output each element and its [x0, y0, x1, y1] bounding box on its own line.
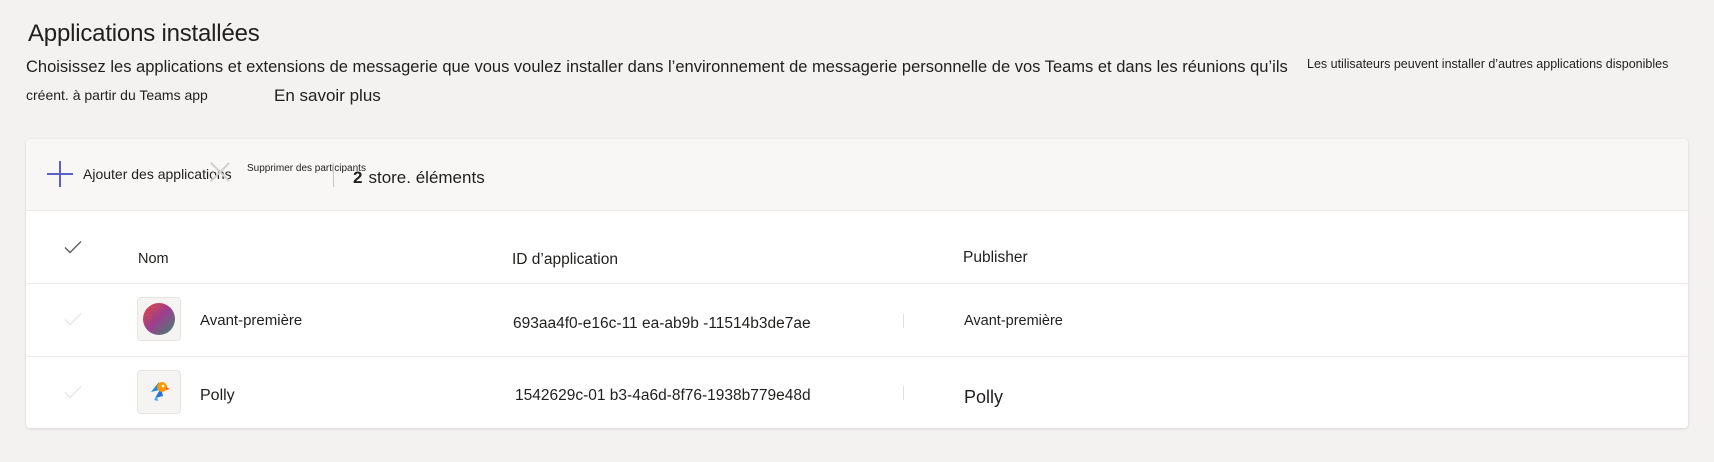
- item-count-label: store. éléments: [368, 168, 485, 187]
- plus-icon: [47, 161, 73, 187]
- toolbar-divider: [333, 163, 334, 187]
- remove-label: Supprimer des participants: [247, 163, 366, 174]
- app-id: 1542629c-01 b3-4a6d-8f76-1938b779e48d: [515, 387, 811, 404]
- app-publisher: Avant-première: [964, 313, 1063, 329]
- app-publisher: Polly: [964, 387, 1004, 407]
- select-all-checkmark-icon[interactable]: [64, 238, 82, 256]
- page-description: Choisissez les applications et extension…: [26, 58, 1288, 76]
- column-header-name[interactable]: Nom: [138, 251, 169, 267]
- column-header-publisher[interactable]: Publisher: [963, 249, 1028, 267]
- page-description-continued: créent. à partir du Teams app: [26, 87, 208, 103]
- item-count-number: 2: [353, 168, 363, 187]
- toolbar: Ajouter des applications Supprimer des p…: [26, 139, 1688, 211]
- table-header-row: Nom ID d’application Publisher: [26, 210, 1688, 284]
- app-id: 693aa4f0-e16c-11 ea-ab9b -11514b3de7ae: [513, 315, 811, 332]
- apps-table-panel: Ajouter des applications Supprimer des p…: [26, 139, 1688, 428]
- close-icon: [209, 161, 231, 183]
- polly-parrot-icon: [137, 370, 181, 414]
- cell-divider: [903, 314, 904, 328]
- row-checkmark-icon[interactable]: [64, 383, 82, 401]
- installed-apps-page: Applications installées Choisissez les a…: [0, 0, 1714, 462]
- column-header-app-id[interactable]: ID d’application: [512, 251, 618, 269]
- add-apps-button[interactable]: Ajouter des applications: [47, 159, 232, 189]
- row-checkmark-icon[interactable]: [64, 310, 82, 328]
- remove-button[interactable]: [209, 161, 239, 183]
- preview-app-icon: [137, 297, 181, 341]
- side-note: Les utilisateurs peuvent installer d’aut…: [1307, 57, 1669, 71]
- app-name: Polly: [200, 387, 235, 404]
- app-name: Avant-première: [200, 312, 303, 329]
- page-title: Applications installées: [28, 20, 260, 47]
- table-row[interactable]: Avant-première 693aa4f0-e16c-11 ea-ab9b …: [26, 284, 1688, 357]
- table-row[interactable]: Polly 1542629c-01 b3-4a6d-8f76-1938b779e…: [26, 357, 1688, 428]
- item-count: 2 store. éléments: [353, 168, 485, 188]
- cell-divider: [903, 386, 904, 400]
- learn-more-link[interactable]: En savoir plus: [274, 86, 381, 106]
